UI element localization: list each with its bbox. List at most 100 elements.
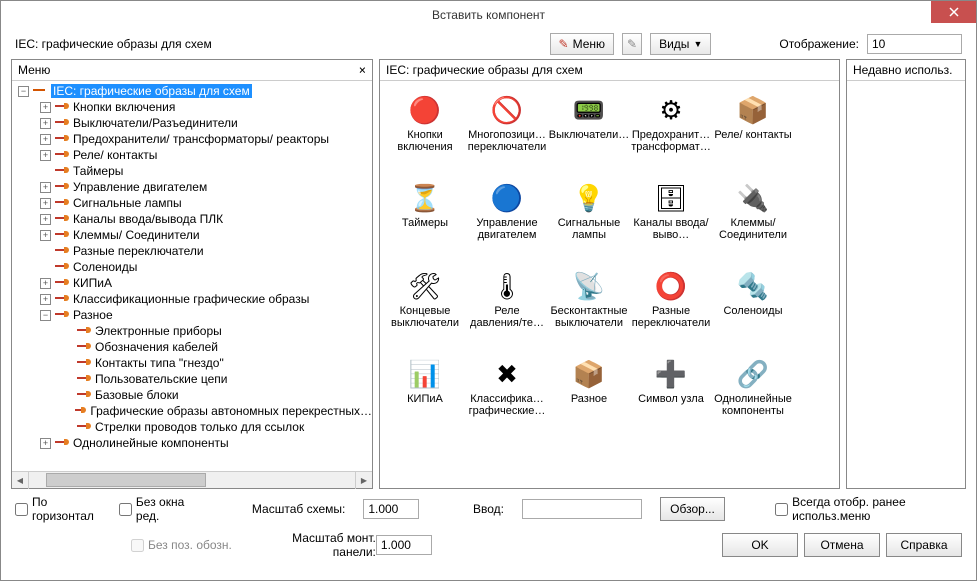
tree-row[interactable]: +Управление двигателем bbox=[12, 179, 372, 195]
tree-view[interactable]: − IEC: графические образы для схем+Кнопки… bbox=[12, 81, 372, 471]
icon-item[interactable]: 📦Разное bbox=[548, 355, 630, 439]
icon-item[interactable]: ⚙Предохранит… трансформат… bbox=[630, 91, 712, 175]
icon-item[interactable]: 📦Реле/ контакты bbox=[712, 91, 794, 175]
component-icon: 📦 bbox=[568, 355, 610, 393]
expand-icon[interactable]: + bbox=[40, 198, 51, 209]
tree-row[interactable]: Разные переключатели bbox=[12, 243, 372, 259]
tree-row[interactable]: +Клеммы/ Соединители bbox=[12, 227, 372, 243]
expand-icon[interactable]: + bbox=[40, 102, 51, 113]
always-checkbox-label: Всегда отобр. ранее использ.меню bbox=[792, 495, 962, 523]
expand-icon[interactable]: + bbox=[40, 134, 51, 145]
views-button[interactable]: Виды ▼ bbox=[650, 33, 711, 55]
icon-item[interactable]: 🔩Соленоиды bbox=[712, 267, 794, 351]
window-title: Вставить компонент bbox=[432, 8, 545, 22]
tree-row[interactable]: Таймеры bbox=[12, 163, 372, 179]
component-icon: 📡 bbox=[568, 267, 610, 305]
tree-row[interactable]: +Сигнальные лампы bbox=[12, 195, 372, 211]
expand-icon[interactable]: + bbox=[40, 214, 51, 225]
tree-node-label: Стрелки проводов только для ссылок bbox=[95, 420, 304, 434]
expand-icon[interactable]: + bbox=[40, 438, 51, 449]
symbol-input[interactable] bbox=[522, 499, 642, 519]
icon-item[interactable]: 🔌Клеммы/ Соединители bbox=[712, 179, 794, 263]
icon-item[interactable]: 💡Сигнальные лампы bbox=[548, 179, 630, 263]
tree-row[interactable]: + КИПиА bbox=[12, 275, 372, 291]
icon-item-label: Классифика… графические… bbox=[466, 393, 548, 429]
horizontal-scrollbar[interactable]: ◀ ▶ bbox=[12, 471, 372, 488]
horizontal-checkbox[interactable]: По горизонтал bbox=[15, 495, 101, 523]
tree-row[interactable]: Обозначения кабелей bbox=[12, 339, 372, 355]
menu-button[interactable]: ✎ Меню bbox=[550, 33, 615, 55]
tree-node-label: КИПиА bbox=[73, 276, 112, 290]
scroll-left-arrow[interactable]: ◀ bbox=[12, 472, 29, 489]
tree-row[interactable]: −Разное bbox=[12, 307, 372, 323]
icon-item[interactable]: 📟Выключатели… bbox=[548, 91, 630, 175]
icon-item[interactable]: ✖Классифика… графические… bbox=[466, 355, 548, 439]
tree-node-icon bbox=[55, 198, 69, 208]
tree-panel-close-icon[interactable]: × bbox=[359, 63, 366, 77]
expand-icon[interactable]: + bbox=[40, 150, 51, 161]
icon-item[interactable]: ➕Символ узла bbox=[630, 355, 712, 439]
display-input[interactable] bbox=[867, 34, 962, 54]
collapse-icon[interactable]: − bbox=[40, 310, 51, 321]
tree-row[interactable]: +Однолинейные компоненты bbox=[12, 435, 372, 451]
tree-row[interactable]: +Предохранители/ трансформаторы/ реактор… bbox=[12, 131, 372, 147]
icon-item-label: Сигнальные лампы bbox=[548, 217, 630, 253]
tree-row[interactable]: Стрелки проводов только для ссылок bbox=[12, 419, 372, 435]
tree-node-icon bbox=[55, 230, 69, 240]
icon-item[interactable]: ⭕Разные переключатели bbox=[630, 267, 712, 351]
noeditwin-checkbox-input[interactable] bbox=[119, 503, 132, 516]
tree-node-icon bbox=[77, 358, 91, 368]
expand-icon[interactable]: + bbox=[40, 118, 51, 129]
collapse-icon[interactable]: − bbox=[18, 86, 29, 97]
tree-spacer bbox=[62, 342, 73, 353]
pencil-icon: ✎ bbox=[627, 37, 637, 51]
tree-row[interactable]: +Кнопки включения bbox=[12, 99, 372, 115]
always-checkbox[interactable]: Всегда отобр. ранее использ.меню bbox=[775, 495, 962, 523]
tree-row[interactable]: +Выключатели/Разъединители bbox=[12, 115, 372, 131]
expand-icon[interactable]: + bbox=[40, 294, 51, 305]
scale-panel-input[interactable] bbox=[376, 535, 432, 555]
icon-item[interactable]: 📡Бесконтактные выключатели bbox=[548, 267, 630, 351]
help-button[interactable]: Справка bbox=[886, 533, 962, 557]
icon-item[interactable]: 🛠Концевые выключатели bbox=[384, 267, 466, 351]
horizontal-checkbox-input[interactable] bbox=[15, 503, 28, 516]
icon-item[interactable]: 🔴Кнопки включения bbox=[384, 91, 466, 175]
icon-item[interactable]: 🔗Однолинейные компоненты bbox=[712, 355, 794, 439]
expand-icon[interactable]: + bbox=[40, 230, 51, 241]
icon-item[interactable]: 🔵Управление двигателем bbox=[466, 179, 548, 263]
tree-row[interactable]: +Реле/ контакты bbox=[12, 147, 372, 163]
browse-button[interactable]: Обзор... bbox=[660, 497, 725, 521]
scroll-thumb[interactable] bbox=[46, 473, 206, 487]
scroll-right-arrow[interactable]: ▶ bbox=[355, 472, 372, 489]
scale-schema-input[interactable] bbox=[363, 499, 419, 519]
tree-row[interactable]: Графические образы автономных перекрестн… bbox=[12, 403, 372, 419]
close-button[interactable] bbox=[931, 1, 976, 23]
icon-item[interactable]: 📊КИПиА bbox=[384, 355, 466, 439]
edit-button[interactable]: ✎ bbox=[622, 33, 642, 55]
cancel-button[interactable]: Отмена bbox=[804, 533, 880, 557]
icon-item[interactable]: 🗄Каналы ввода/выво… bbox=[630, 179, 712, 263]
tree-row[interactable]: Контакты типа "гнездо" bbox=[12, 355, 372, 371]
noeditwin-checkbox[interactable]: Без окна ред. bbox=[119, 495, 200, 523]
icon-item[interactable]: 🚫Многопозици… переключатели bbox=[466, 91, 548, 175]
noeditwin-checkbox-label: Без окна ред. bbox=[136, 495, 200, 523]
icon-item[interactable]: 🌡Реле давления/те… bbox=[466, 267, 548, 351]
tree-row[interactable]: Соленоиды bbox=[12, 259, 372, 275]
tree-row[interactable]: Базовые блоки bbox=[12, 387, 372, 403]
ok-button[interactable]: OK bbox=[722, 533, 798, 557]
tree-row[interactable]: Электронные приборы bbox=[12, 323, 372, 339]
tree-spacer bbox=[40, 262, 51, 273]
tree-row[interactable]: − IEC: графические образы для схем bbox=[12, 83, 372, 99]
tree-row[interactable]: Пользовательские цепи bbox=[12, 371, 372, 387]
icon-item[interactable]: ⏳Таймеры bbox=[384, 179, 466, 263]
input-label: Ввод: bbox=[473, 502, 504, 516]
component-icon: 🔗 bbox=[732, 355, 774, 393]
tree-node-label: IEC: графические образы для схем bbox=[51, 84, 252, 98]
expand-icon[interactable]: + bbox=[40, 182, 51, 193]
tree-spacer bbox=[62, 390, 73, 401]
icon-view[interactable]: 🔴Кнопки включения🚫Многопозици… переключа… bbox=[380, 81, 839, 488]
always-checkbox-input[interactable] bbox=[775, 503, 788, 516]
tree-row[interactable]: +Классификационные графические образы bbox=[12, 291, 372, 307]
expand-icon[interactable]: + bbox=[40, 278, 51, 289]
tree-row[interactable]: +Каналы ввода/вывода ПЛК bbox=[12, 211, 372, 227]
